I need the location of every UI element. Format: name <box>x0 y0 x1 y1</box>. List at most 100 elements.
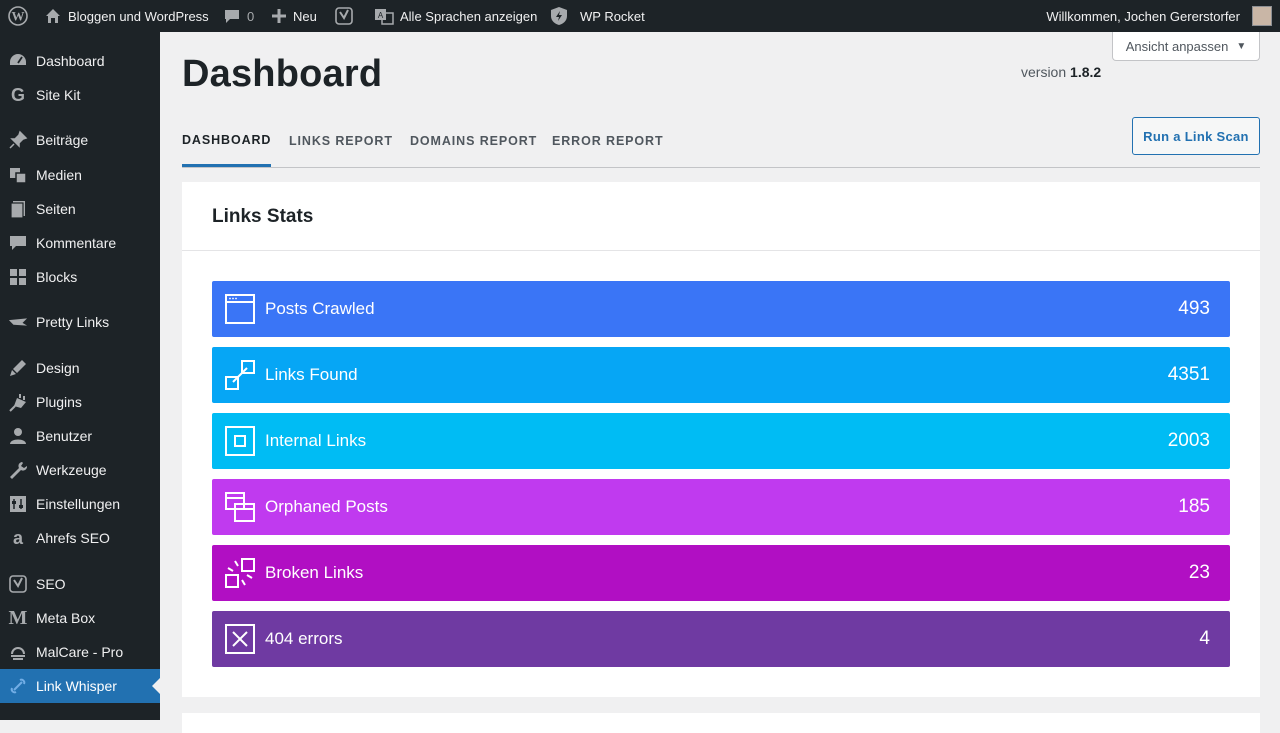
plug-icon <box>8 392 28 412</box>
pin-icon <box>8 130 28 150</box>
stat-label: Posts Crawled <box>265 299 375 318</box>
rocket-shield-icon <box>550 6 568 26</box>
wp-rocket-link[interactable]: WP Rocket <box>550 0 645 32</box>
page-title: Dashboard <box>182 53 383 95</box>
comments-link[interactable]: 0 <box>223 0 254 32</box>
sidebar-item-label: Dashboard <box>36 53 105 69</box>
sidebar-item-seo[interactable]: SEO <box>0 567 160 601</box>
comments-count: 0 <box>247 8 255 24</box>
tab-domains-report[interactable]: DOMAINS REPORT <box>410 116 537 166</box>
sidebar-item-label: Design <box>36 360 80 376</box>
stat-value: 185 <box>1178 496 1210 517</box>
sidebar-item-label: Link Whisper <box>36 678 117 694</box>
stat-internal-links: Internal Links 2003 <box>212 413 1230 469</box>
comment-bubble-icon <box>223 7 241 25</box>
sidebar-item-kommentare[interactable]: Kommentare <box>0 226 160 260</box>
stat-404-errors: 404 errors 4 <box>212 611 1230 667</box>
caret-down-icon: ▼ <box>1236 40 1247 52</box>
admin-sidebar: Dashboard G Site Kit Beiträge Medien Sei… <box>0 32 160 720</box>
yoast-icon <box>8 574 28 594</box>
browser-window-icon <box>225 294 255 324</box>
sidebar-item-plugins[interactable]: Plugins <box>0 385 160 419</box>
links-stats-card: Links Stats Posts Crawled 493 Links Foun… <box>182 182 1260 697</box>
run-link-scan-button[interactable]: Run a Link Scan <box>1132 117 1260 155</box>
plugin-version: version 1.8.2 <box>1021 64 1101 80</box>
my-account-link[interactable]: Willkommen, Jochen Gererstorfer <box>1046 0 1272 32</box>
links-stats-title: Links Stats <box>212 206 314 227</box>
sidebar-item-site-kit[interactable]: G Site Kit <box>0 78 160 112</box>
ahrefs-icon: a <box>12 527 23 548</box>
sidebar-item-blocks[interactable]: Blocks <box>0 260 160 294</box>
yoast-adminbar-icon[interactable] <box>334 0 354 32</box>
screen-options-button[interactable]: Ansicht anpassen ▼ <box>1112 32 1260 61</box>
sidebar-item-label: Beiträge <box>36 132 89 148</box>
sidebar-item-label: Medien <box>36 167 82 183</box>
wrench-icon <box>8 460 28 480</box>
sidebar-item-ahrefs-seo[interactable]: a Ahrefs SEO <box>0 521 160 555</box>
wordpress-logo-icon[interactable]: W <box>8 0 28 32</box>
broken-link-icon <box>225 558 255 588</box>
link-icon <box>225 360 255 390</box>
sidebar-item-design[interactable]: Design <box>0 351 160 385</box>
malcare-icon <box>8 642 28 662</box>
sidebar-item-label: Kommentare <box>36 235 117 251</box>
new-label: Neu <box>293 8 317 24</box>
sidebar-item-label: Blocks <box>36 269 78 285</box>
x-box-icon <box>225 624 255 654</box>
admin-bar: W Bloggen und WordPress 0 Neu A Alle Spr… <box>0 0 1280 32</box>
sidebar-item-label: Werkzeuge <box>36 462 107 478</box>
sidebar-item-label: Einstellungen <box>36 496 121 512</box>
google-g-icon: G <box>10 84 25 105</box>
wp-rocket-label: WP Rocket <box>580 8 645 24</box>
avatar <box>1252 6 1272 26</box>
comment-icon <box>8 233 28 253</box>
sidebar-item-link-whisper[interactable]: Link Whisper <box>0 669 160 703</box>
stat-orphaned-posts: Orphaned Posts 185 <box>212 479 1230 535</box>
blocks-icon <box>8 267 28 287</box>
brush-icon <box>8 358 28 378</box>
card-divider <box>182 250 1260 251</box>
sidebar-item-label: Plugins <box>36 394 82 410</box>
new-content-link[interactable]: Neu <box>271 0 317 32</box>
stat-value: 2003 <box>1167 430 1210 451</box>
site-name-link[interactable]: Bloggen und WordPress <box>44 0 209 32</box>
sidebar-item-pretty-links[interactable]: Pretty Links <box>0 305 160 339</box>
plus-icon <box>271 8 287 24</box>
metabox-icon: M <box>8 606 28 629</box>
sidebar-item-label: Meta Box <box>36 610 96 626</box>
pages-icon <box>8 199 28 219</box>
sidebar-item-seiten[interactable]: Seiten <box>0 192 160 226</box>
svg-text:A: A <box>378 11 384 20</box>
sidebar-item-benutzer[interactable]: Benutzer <box>0 419 160 453</box>
sidebar-item-dashboard[interactable]: Dashboard <box>0 44 160 78</box>
sidebar-item-werkzeuge[interactable]: Werkzeuge <box>0 453 160 487</box>
sidebar-item-malcare-pro[interactable]: MalCare - Pro <box>0 635 160 669</box>
sidebar-item-beitraege[interactable]: Beiträge <box>0 123 160 157</box>
next-card <box>182 713 1260 733</box>
tab-error-report[interactable]: ERROR REPORT <box>552 116 664 166</box>
stat-posts-crawled: Posts Crawled 493 <box>212 281 1230 337</box>
user-icon <box>8 426 28 446</box>
stat-value: 4351 <box>1167 364 1210 385</box>
media-icon <box>8 165 28 185</box>
site-name-label: Bloggen und WordPress <box>68 8 209 24</box>
languages-label: Alle Sprachen anzeigen <box>400 8 538 24</box>
tab-dashboard[interactable]: DASHBOARD <box>182 116 272 167</box>
version-prefix: version <box>1021 64 1067 80</box>
sidebar-item-label: MalCare - Pro <box>36 644 124 660</box>
languages-link[interactable]: A Alle Sprachen anzeigen <box>374 0 537 32</box>
sidebar-item-label: Benutzer <box>36 428 93 444</box>
sidebar-item-meta-box[interactable]: M Meta Box <box>0 601 160 635</box>
greeting-label: Willkommen, Jochen Gererstorfer <box>1046 8 1240 24</box>
stat-label: Internal Links <box>265 431 367 450</box>
svg-text:W: W <box>12 9 25 24</box>
tab-links-report[interactable]: LINKS REPORT <box>289 116 393 166</box>
translate-icon: A <box>374 7 394 25</box>
stat-label: Broken Links <box>265 563 364 582</box>
stat-value: 4 <box>1199 628 1210 649</box>
sidebar-item-label: Pretty Links <box>36 314 110 330</box>
square-target-icon <box>225 426 255 456</box>
sidebar-item-einstellungen[interactable]: Einstellungen <box>0 487 160 521</box>
sidebar-item-medien[interactable]: Medien <box>0 158 160 192</box>
version-number: 1.8.2 <box>1070 64 1102 80</box>
